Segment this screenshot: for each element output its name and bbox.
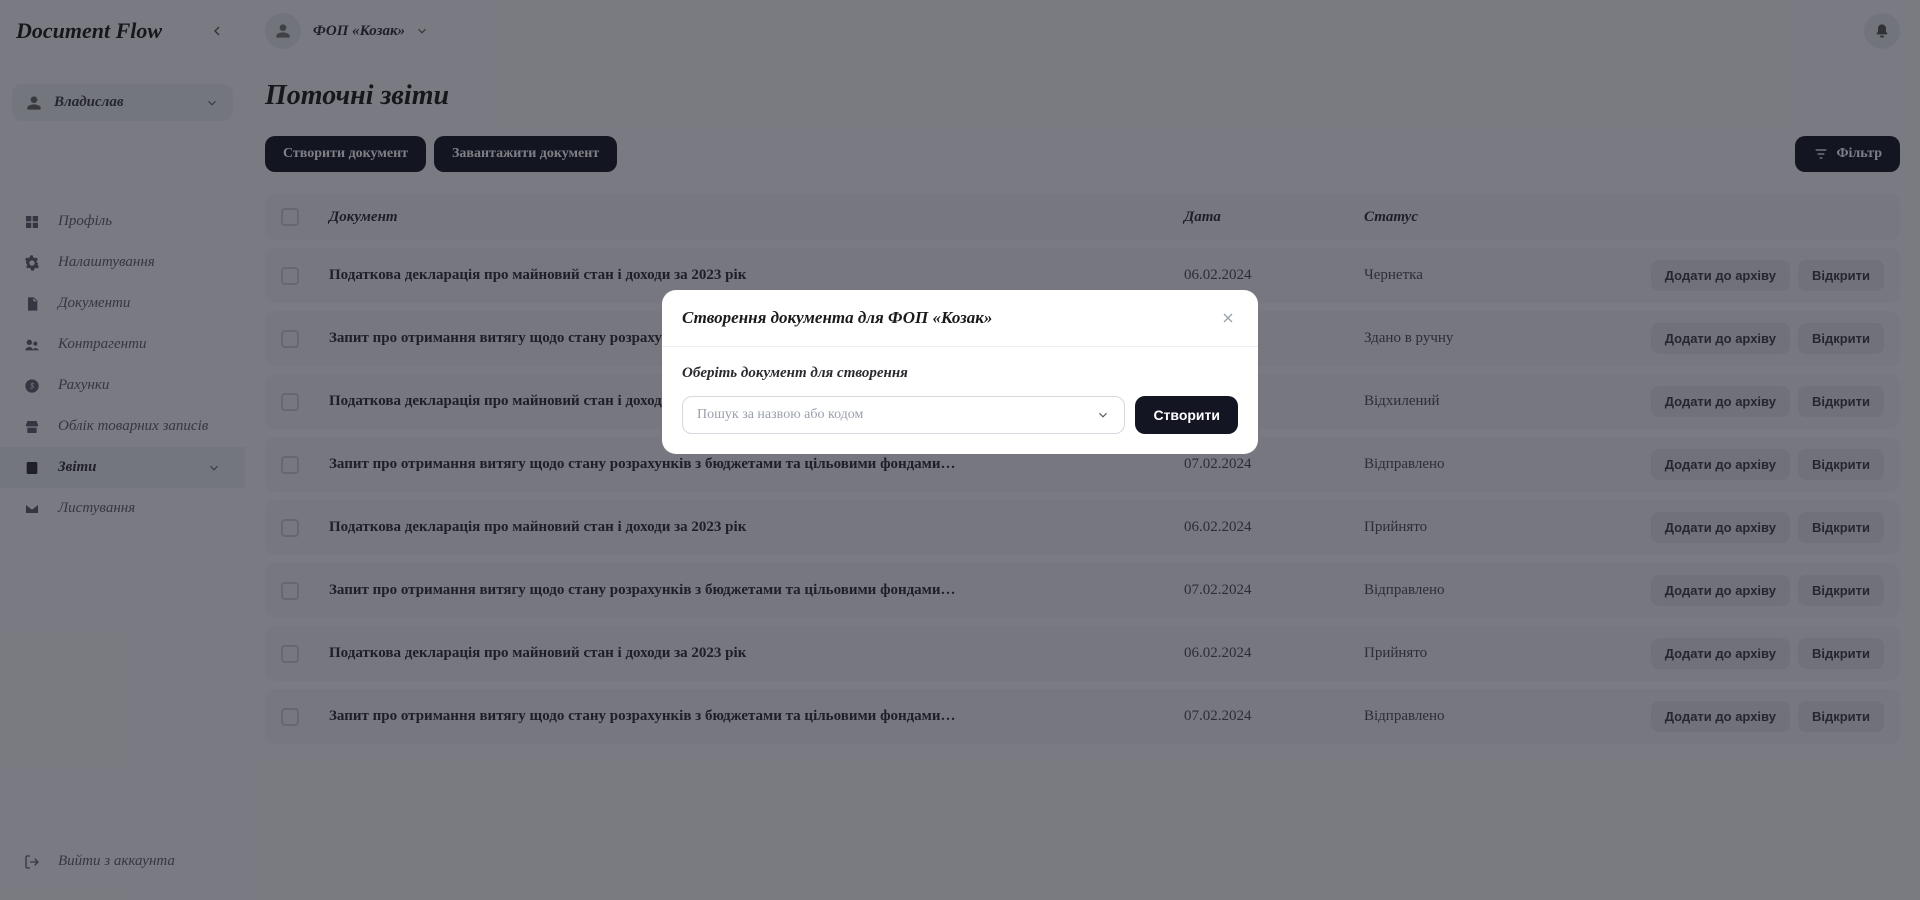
modal-header: Створення документа для ФОП «Козак» <box>662 290 1258 347</box>
select-placeholder: Пошук за назвою або кодом <box>697 407 1096 423</box>
modal-title: Створення документа для ФОП «Козак» <box>682 308 1218 328</box>
close-icon <box>1220 310 1236 326</box>
modal-field-label: Оберіть документ для створення <box>682 365 1238 382</box>
document-type-select[interactable]: Пошук за назвою або кодом <box>682 396 1125 434</box>
modal-overlay[interactable]: Створення документа для ФОП «Козак» Обер… <box>0 0 1920 900</box>
modal-submit-button[interactable]: Створити <box>1135 396 1238 434</box>
chevron-down-icon <box>1096 408 1110 422</box>
create-document-modal: Створення документа для ФОП «Козак» Обер… <box>662 290 1258 454</box>
modal-form-row: Пошук за назвою або кодом Створити <box>682 396 1238 434</box>
modal-body: Оберіть документ для створення Пошук за … <box>662 347 1258 454</box>
modal-close-button[interactable] <box>1218 308 1238 328</box>
